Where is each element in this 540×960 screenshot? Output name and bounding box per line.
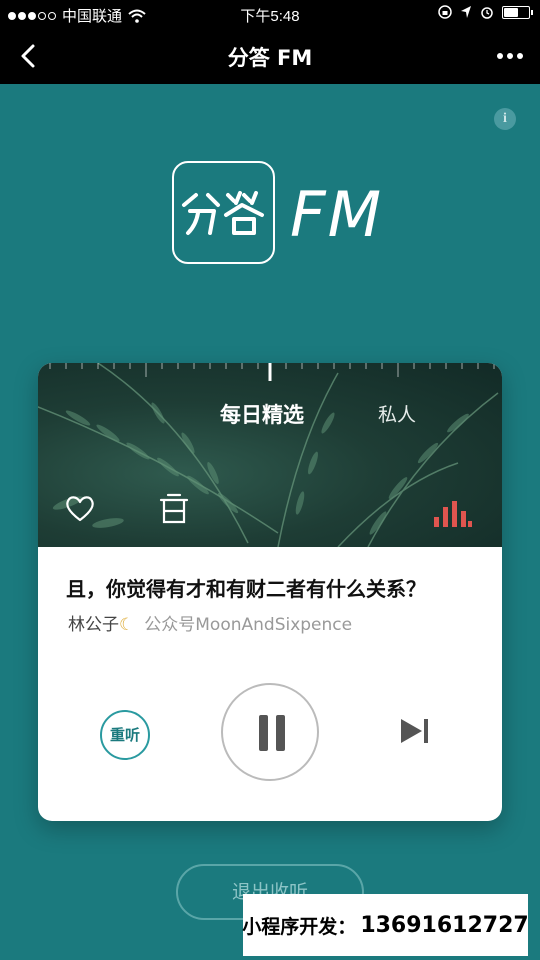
battery-icon — [502, 5, 533, 19]
tab-ruler — [49, 363, 495, 381]
ad-banner: 小程序开发： 13691612727 — [242, 894, 529, 956]
track-title: 且，你觉得有才和有财二者有什么关系？ — [66, 577, 426, 601]
pause-icon — [259, 715, 268, 751]
ad-label: 小程序开发： — [242, 915, 357, 938]
location-icon — [461, 6, 471, 18]
equalizer-icon[interactable] — [432, 497, 472, 529]
page-title: 分答 FM — [227, 46, 313, 70]
track-meta: 林公子☾ 公众号MoonAndSixpence — [68, 610, 352, 635]
nav-bar: 分答 FM — [0, 28, 540, 84]
pause-button[interactable] — [221, 683, 319, 781]
next-icon[interactable] — [398, 716, 434, 746]
status-bar: 中国联通 下午5:48 — [0, 0, 540, 28]
logo-fm-text: FM — [290, 178, 384, 251]
tab-private[interactable]: 私人 — [378, 400, 416, 427]
player-card: 每日精选 私人 且，你觉得有才和有财二者有什么关系？ 林公子☾ 公众号MoonA… — [38, 363, 502, 821]
info-icon[interactable]: i — [494, 108, 516, 130]
alarm-icon — [481, 7, 493, 19]
trash-icon[interactable] — [158, 491, 190, 525]
tab-bar: 每日精选 私人 — [38, 399, 502, 429]
ad-phone: 13691612727 — [360, 912, 529, 938]
card-header: 每日精选 私人 — [38, 363, 502, 547]
track-source: 公众号MoonAndSixpence — [144, 615, 353, 635]
replay-button[interactable]: 重听 — [100, 710, 150, 760]
status-right — [438, 5, 533, 19]
logo-mark — [182, 191, 264, 235]
logo-box — [172, 161, 275, 264]
heart-icon[interactable] — [64, 493, 96, 523]
tab-daily-picks[interactable]: 每日精选 — [220, 399, 304, 429]
track-author: 林公子 — [68, 615, 119, 635]
moon-icon: ☾ — [119, 615, 135, 635]
more-icon[interactable] — [492, 41, 528, 71]
rotation-lock-icon — [438, 5, 452, 19]
